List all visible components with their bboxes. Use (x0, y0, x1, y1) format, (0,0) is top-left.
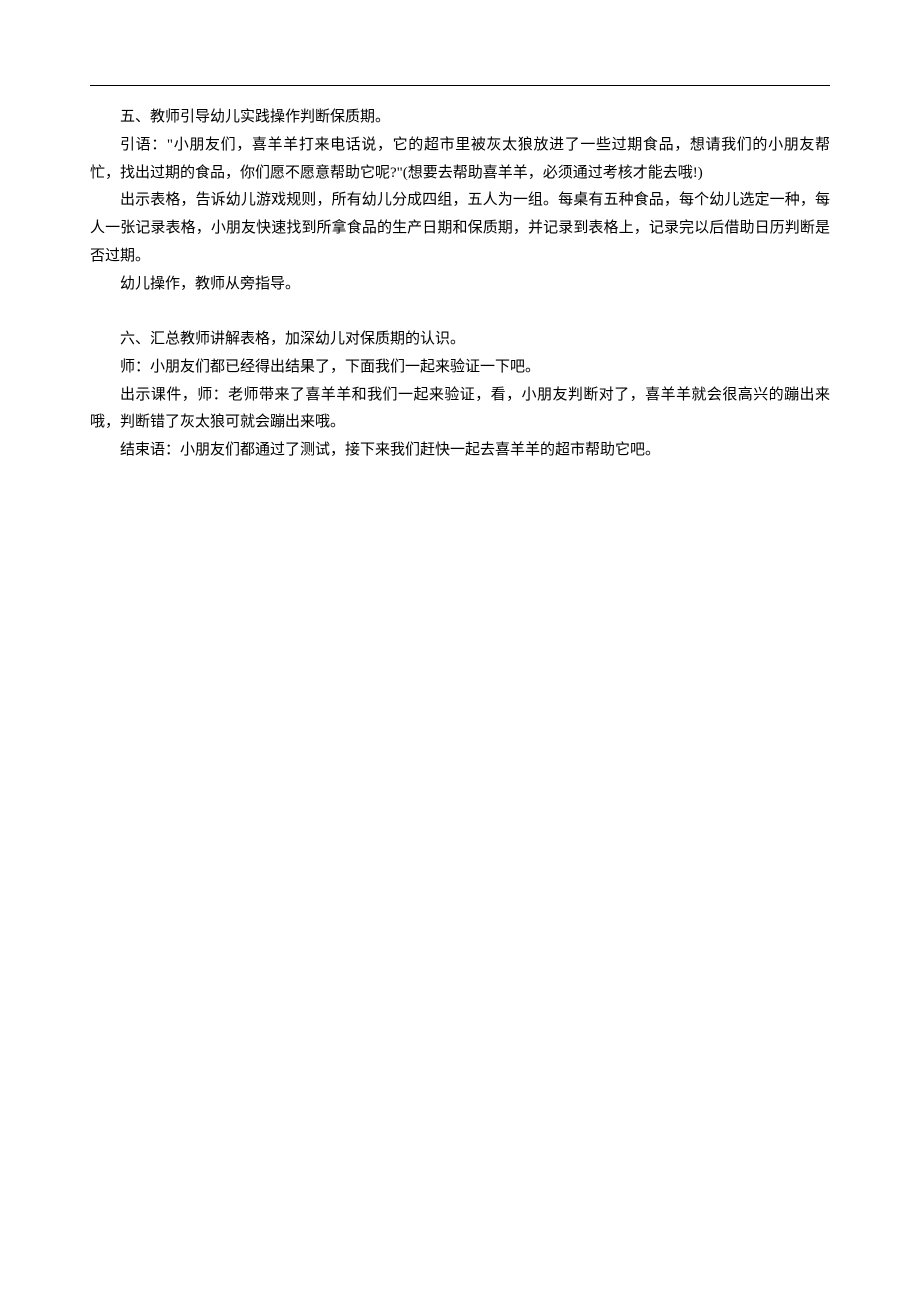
section-gap (90, 298, 830, 326)
section-5-p3: 幼儿操作，教师从旁指导。 (90, 271, 830, 299)
section-6-p3: 结束语：小朋友们都通过了测试，接下来我们赶快一起去喜羊羊的超市帮助它吧。 (90, 437, 830, 465)
section-5-heading: 五、教师引导幼儿实践操作判断保质期。 (90, 104, 830, 132)
section-5-p2: 出示表格，告诉幼儿游戏规则，所有幼儿分成四组，五人为一组。每桌有五种食品，每个幼… (90, 187, 830, 270)
section-6-p1: 师：小朋友们都已经得出结果了，下面我们一起来验证一下吧。 (90, 354, 830, 382)
section-6-p2: 出示课件，师：老师带来了喜羊羊和我们一起来验证，看，小朋友判断对了，喜羊羊就会很… (90, 382, 830, 438)
horizontal-separator (90, 85, 830, 86)
document-content: 五、教师引导幼儿实践操作判断保质期。 引语："小朋友们，喜羊羊打来电话说，它的超… (90, 104, 830, 465)
section-6-heading: 六、汇总教师讲解表格，加深幼儿对保质期的认识。 (90, 326, 830, 354)
section-5-p1: 引语："小朋友们，喜羊羊打来电话说，它的超市里被灰太狼放进了一些过期食品，想请我… (90, 132, 830, 188)
